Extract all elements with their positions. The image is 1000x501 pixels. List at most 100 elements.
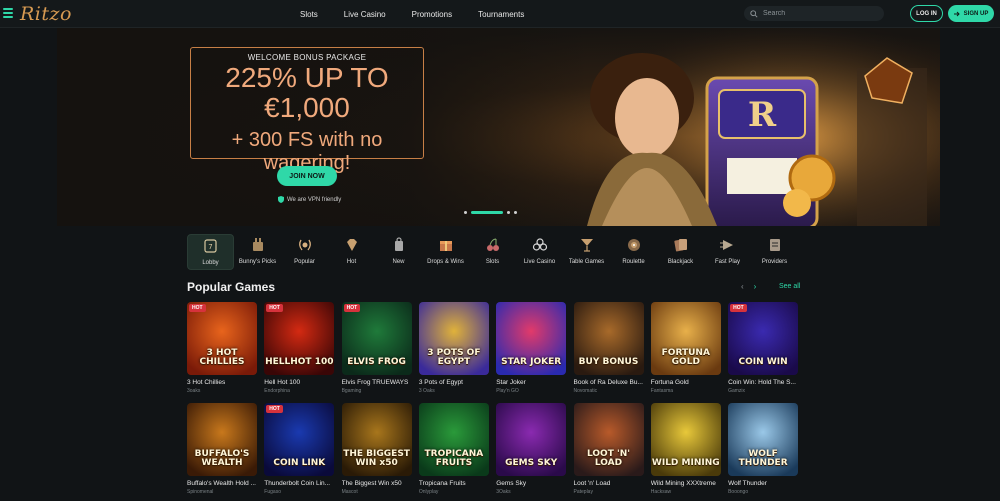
game-name[interactable]: Fortuna Gold	[651, 379, 721, 386]
shield-icon	[278, 196, 284, 203]
game-thumbnail[interactable]: WOLF THUNDER	[728, 403, 799, 476]
arrow-right-icon	[953, 11, 960, 16]
game-thumbnail[interactable]: FORTUNA GOLD	[650, 302, 721, 375]
category-roulette[interactable]: Roulette	[610, 234, 657, 270]
nav-tournaments[interactable]: Tournaments	[478, 10, 524, 19]
game-name[interactable]: 3 Hot Chillies	[187, 379, 257, 386]
carousel-dot[interactable]	[507, 211, 510, 214]
game-tile[interactable]: 3 POTS OF EGYPT 3 Pots of Egypt 3 Oaks	[418, 302, 489, 394]
game-art-title: STAR JOKER	[501, 357, 562, 367]
game-tile[interactable]: BUY BONUS Book of Ra Deluxe Bu... Novomati…	[573, 302, 644, 394]
game-tile[interactable]: WILD MINING Wild Mining XXXtreme Hacksaw	[650, 403, 721, 495]
nav-slots[interactable]: Slots	[300, 10, 318, 19]
game-tile[interactable]: TROPICANA FRUITS Tropicana Fruits Onlyplay	[418, 403, 489, 495]
category-blackjack[interactable]: Blackjack	[657, 234, 704, 270]
category-lobby[interactable]: 7 Lobby	[187, 234, 234, 270]
hot-badge: HOT	[343, 304, 361, 312]
game-thumbnail[interactable]: HOT COIN LINK	[264, 403, 335, 476]
join-now-button[interactable]: JOIN NOW	[277, 166, 337, 186]
category-bunnys-picks[interactable]: Bunny's Picks	[234, 234, 281, 270]
category-new[interactable]: New	[375, 234, 422, 270]
game-name[interactable]: Loot 'n' Load	[574, 480, 644, 487]
category-label: Live Casino	[523, 259, 556, 265]
game-thumbnail[interactable]: STAR JOKER	[496, 302, 567, 375]
game-name[interactable]: Gems Sky	[496, 480, 566, 487]
prev-arrow-icon[interactable]: ‹	[741, 282, 744, 291]
game-thumbnail[interactable]: BUY BONUS	[573, 302, 644, 375]
game-name[interactable]: Hell Hot 100	[264, 379, 334, 386]
game-tile[interactable]: STAR JOKER Star Joker Play'n GO	[496, 302, 567, 394]
menu-icon[interactable]	[3, 8, 13, 18]
game-provider: Hacksaw	[650, 489, 672, 495]
game-name[interactable]: Buffalo's Wealth Hold ...	[187, 480, 257, 487]
carousel-dot-active[interactable]	[471, 211, 503, 214]
category-label: Slots	[485, 259, 500, 265]
category-label: Table Games	[568, 259, 605, 265]
game-name[interactable]: Book of Ra Deluxe Bu...	[574, 379, 644, 386]
login-button[interactable]: LOG IN	[910, 5, 943, 22]
game-tile[interactable]: GEMS SKY Gems Sky 3Oaks	[496, 403, 567, 495]
game-tile[interactable]: BUFFALO'S WEALTH Buffalo's Wealth Hold ..…	[187, 403, 257, 495]
game-tile[interactable]: THE BIGGEST WIN x50 The Biggest Win x50 Ma…	[341, 403, 412, 495]
game-thumbnail[interactable]: HOT COIN WIN	[728, 302, 799, 375]
game-thumbnail[interactable]: GEMS SKY	[496, 403, 567, 476]
game-tile[interactable]: HOT 3 HOT CHILLIES 3 Hot Chillies 3oaks	[187, 302, 257, 394]
site-logo[interactable]: Ritzo	[20, 3, 72, 25]
game-provider: Gamzix	[728, 388, 746, 394]
game-thumbnail[interactable]: THE BIGGEST WIN x50	[341, 403, 412, 476]
fast-play-icon	[719, 240, 733, 250]
game-tile[interactable]: HOT HELLHOT 100 Hell Hot 100 Endorphina	[264, 302, 335, 394]
nav-live-casino[interactable]: Live Casino	[344, 10, 386, 19]
bonus-amount: 225% UP TO €1,000	[191, 63, 423, 123]
category-popular[interactable]: Popular	[281, 234, 328, 270]
game-art-title: TROPICANA FRUITS	[424, 449, 484, 468]
game-thumbnail[interactable]: HOT 3 HOT CHILLIES	[187, 302, 257, 375]
game-name[interactable]: Wild Mining XXXtreme	[651, 480, 721, 487]
game-name[interactable]: Wolf Thunder	[728, 480, 798, 487]
game-provider: Spinomenal	[187, 489, 214, 495]
search-box[interactable]	[744, 6, 884, 21]
game-art-title: 3 POTS OF EGYPT	[427, 348, 481, 367]
game-tile[interactable]: HOT ELVIS FROG Elvis Frog TRUEWAYS Bgaming	[341, 302, 412, 394]
category-table-games[interactable]: Table Games	[563, 234, 610, 270]
game-tile[interactable]: FORTUNA GOLD Fortuna Gold Fantasma	[650, 302, 721, 394]
category-slots[interactable]: Slots	[469, 234, 516, 270]
game-thumbnail[interactable]: TROPICANA FRUITS	[418, 403, 489, 476]
next-arrow-icon[interactable]: ›	[754, 282, 757, 291]
category-live-casino[interactable]: Live Casino	[516, 234, 563, 270]
category-fast-play[interactable]: Fast Play	[704, 234, 751, 270]
bonus-heading: WELCOME BONUS PACKAGE	[247, 53, 367, 62]
game-thumbnail[interactable]: 3 POTS OF EGYPT	[418, 302, 489, 375]
category-drops-wins[interactable]: Drops & Wins	[422, 234, 469, 270]
game-provider: 3 Oaks	[418, 388, 435, 394]
game-thumbnail[interactable]: LOOT 'N' LOAD	[573, 403, 644, 476]
game-name[interactable]: Coin Win: Hold The S...	[728, 379, 798, 386]
search-input[interactable]	[763, 10, 873, 17]
game-art-title: ELVIS FROG	[347, 357, 406, 367]
see-all-link[interactable]: See all	[779, 283, 800, 290]
game-name[interactable]: Thunderbolt Coin Lin...	[264, 480, 334, 487]
game-name[interactable]: Star Joker	[496, 379, 566, 386]
game-tile[interactable]: WOLF THUNDER Wolf Thunder Booongo	[728, 403, 799, 495]
game-thumbnail[interactable]: HOT ELVIS FROG	[341, 302, 412, 375]
game-name[interactable]: Elvis Frog TRUEWAYS	[342, 379, 412, 386]
category-label: Blackjack	[667, 259, 694, 265]
game-tile[interactable]: LOOT 'N' LOAD Loot 'n' Load Pateplay	[573, 403, 644, 495]
game-art-title: FORTUNA GOLD	[661, 348, 710, 367]
nav-promotions[interactable]: Promotions	[412, 10, 452, 19]
category-providers[interactable]: Providers	[751, 234, 798, 270]
game-thumbnail[interactable]: HOT HELLHOT 100	[264, 302, 335, 375]
signup-button[interactable]: SIGN UP	[948, 5, 994, 22]
game-art-title: COIN LINK	[273, 458, 326, 468]
game-thumbnail[interactable]: BUFFALO'S WEALTH	[187, 403, 257, 476]
game-name[interactable]: Tropicana Fruits	[419, 480, 489, 487]
carousel-dot[interactable]	[464, 211, 467, 214]
game-thumbnail[interactable]: WILD MINING	[650, 403, 721, 476]
carousel-dot[interactable]	[514, 211, 517, 214]
game-tile[interactable]: HOT COIN LINK Thunderbolt Coin Lin... Fugas…	[264, 403, 335, 495]
laurel-icon	[298, 239, 311, 251]
game-name[interactable]: The Biggest Win x50	[342, 480, 412, 487]
game-name[interactable]: 3 Pots of Egypt	[419, 379, 489, 386]
game-tile[interactable]: HOT COIN WIN Coin Win: Hold The S... Gamzix	[728, 302, 799, 394]
category-hot[interactable]: Hot	[328, 234, 375, 270]
